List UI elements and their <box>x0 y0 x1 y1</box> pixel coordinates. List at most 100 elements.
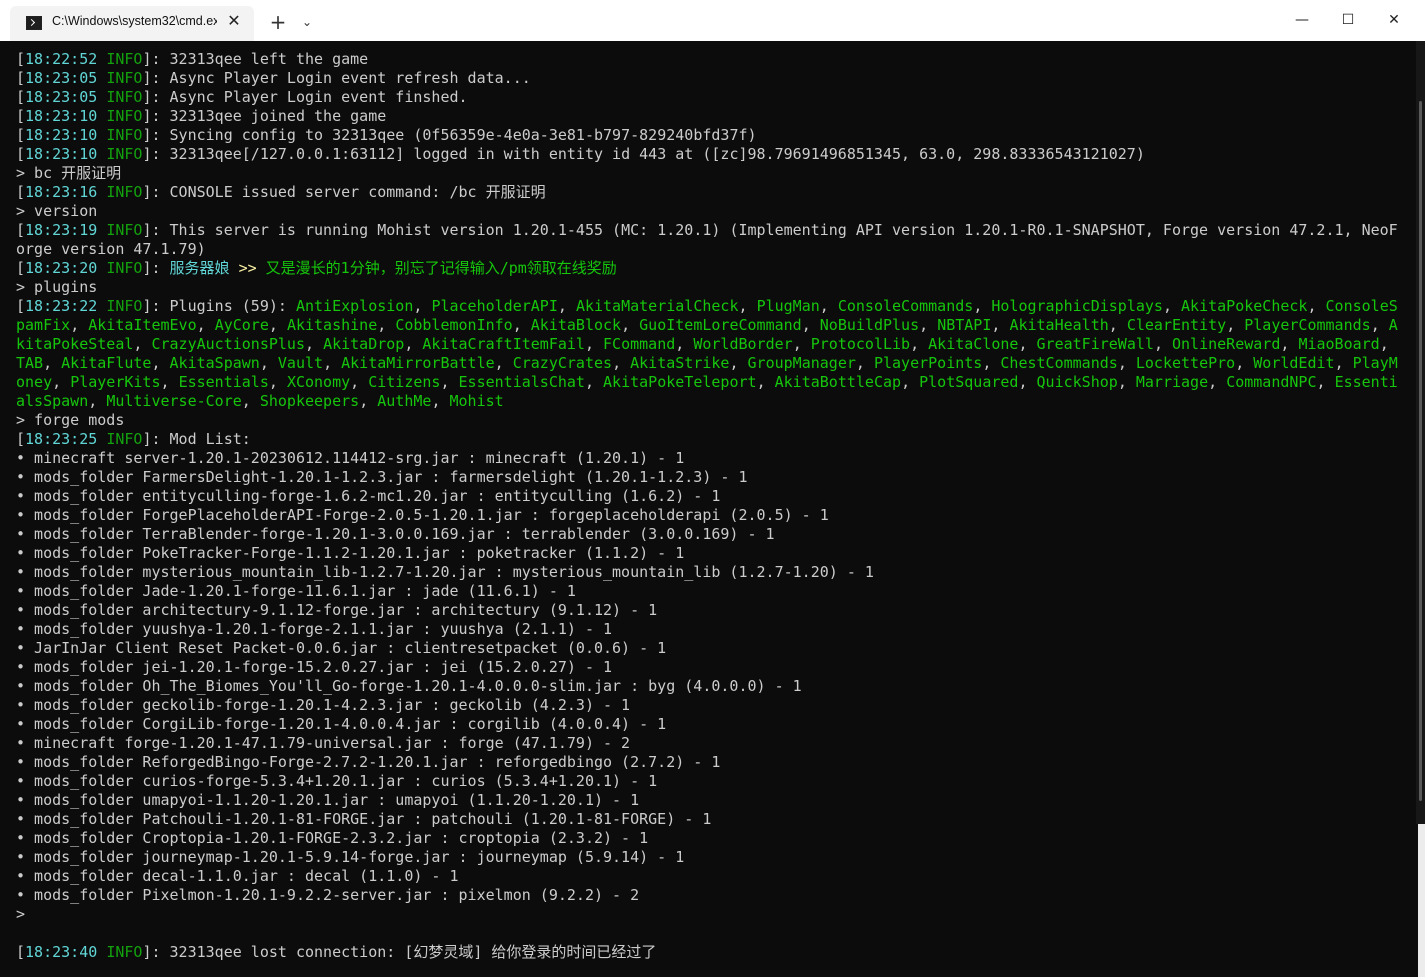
log-segment: , <box>1370 316 1389 334</box>
log-segment: , <box>901 373 920 391</box>
log-timestamp: 18:23:05 <box>25 69 98 87</box>
plugin-name: ConsoleS <box>1325 297 1398 315</box>
log-timestamp: 18:23:10 <box>25 107 98 125</box>
log-segment: , <box>557 297 576 315</box>
bracket <box>97 107 106 125</box>
log-segment: , <box>268 373 287 391</box>
bracket <box>97 88 106 106</box>
plugin-name: NoBuildPlus <box>819 316 920 334</box>
scrollbar[interactable] <box>1416 41 1425 824</box>
log-text: > bc 开服证明 <box>16 164 122 182</box>
console-line: > version <box>16 202 1416 221</box>
plugin-name: EssentialsChat <box>458 373 585 391</box>
minimize-button[interactable]: — <box>1279 0 1325 41</box>
console-line: • mods_folder ForgePlaceholderAPI-Forge-… <box>16 506 1416 525</box>
plugin-name: XConomy <box>286 373 351 391</box>
log-segment: , <box>1208 373 1227 391</box>
plugin-name: NBTAPI <box>937 316 992 334</box>
console-line: • mods_folder Oh_The_Biomes_You'll_Go-fo… <box>16 677 1416 696</box>
bracket: [ <box>16 943 26 961</box>
console-line: • mods_folder jei-1.20.1-forge-15.2.0.27… <box>16 658 1416 677</box>
log-text: : 32313qee[/127.0.0.1:63112] logged in w… <box>151 145 1145 163</box>
log-segment: , <box>440 373 459 391</box>
log-timestamp: 18:23:22 <box>25 297 98 315</box>
plugin-name: LockettePro <box>1135 354 1236 372</box>
plugin-name: PlayerKits <box>70 373 161 391</box>
new-tab-button[interactable]: + <box>266 10 290 34</box>
plugin-name: ProtocolLib <box>810 335 911 353</box>
log-timestamp: 18:23:25 <box>25 430 98 448</box>
plugin-name: Shopkeepers <box>259 392 360 410</box>
console-line: [18:23:10 INFO]: 32313qee joined the gam… <box>16 107 1416 126</box>
plugin-name: A <box>1388 316 1398 334</box>
log-segment: , <box>88 392 107 410</box>
log-segment: , <box>196 316 215 334</box>
scrollbar-thumb[interactable] <box>1419 101 1422 801</box>
log-segment: >> <box>229 259 266 277</box>
console-line: TAB, AkitaFlute, AkitaSpawn, Vault, Akit… <box>16 354 1416 373</box>
log-segment: , <box>738 297 757 315</box>
console-line: • mods_folder CorgiLib-forge-1.20.1-4.0.… <box>16 715 1416 734</box>
plugin-name: CrazyCrates <box>512 354 613 372</box>
log-text: • mods_folder Patchouli-1.20.1-81-FORGE.… <box>16 810 712 828</box>
log-text: • mods_folder Croptopia-1.20.1-FORGE-2.3… <box>16 829 649 847</box>
log-timestamp: 18:23:05 <box>25 88 98 106</box>
plugin-name: GreatFireWall <box>1036 335 1154 353</box>
log-text: : 32313qee lost connection: [幻梦灵域] 给你登录的… <box>151 943 657 961</box>
plugin-name: AkitaBlock <box>530 316 622 334</box>
console-line: [18:23:10 INFO]: 32313qee[/127.0.0.1:631… <box>16 145 1416 164</box>
maximize-button[interactable]: ☐ <box>1325 0 1371 41</box>
plugin-name: Multiverse-Core <box>106 392 242 410</box>
log-segment: , <box>1018 373 1037 391</box>
log-segment: , <box>621 316 640 334</box>
console-line: [18:23:25 INFO]: Mod List: <box>16 430 1416 449</box>
plugin-name: kitaPokeSteal <box>16 335 134 353</box>
log-text: • mods_folder CorgiLib-forge-1.20.1-4.0.… <box>16 715 667 733</box>
tab-close-icon[interactable]: ✕ <box>224 11 244 31</box>
log-text: • JarInJar Client Reset Packet-0.0.6.jar… <box>16 639 667 657</box>
bracket: [ <box>16 126 26 144</box>
log-text: : <box>151 259 170 277</box>
bracket: [ <box>16 88 26 106</box>
console-line: kitaPokeSteal, CrazyAuctionsPlus, AkitaD… <box>16 335 1416 354</box>
console-line: • mods_folder Patchouli-1.20.1-81-FORGE.… <box>16 810 1416 829</box>
tab-cmd[interactable]: C:\Windows\system32\cmd.exe ✕ <box>10 6 254 41</box>
log-segment: , <box>756 373 775 391</box>
plugin-name: ChestCommands <box>1000 354 1118 372</box>
log-text: • mods_folder mysterious_mountain_lib-1.… <box>16 563 874 581</box>
console-line: • mods_folder FarmersDelight-1.20.1-1.2.… <box>16 468 1416 487</box>
console-line: [18:23:40 INFO]: 32313qee lost connectio… <box>16 943 1416 962</box>
log-segment: , <box>801 316 820 334</box>
log-text: : Async Player Login event refresh data.… <box>151 69 531 87</box>
log-segment: , <box>377 316 396 334</box>
terminal-icon <box>26 16 42 30</box>
plugin-name: Marriage <box>1135 373 1209 391</box>
log-segment: , <box>1226 316 1245 334</box>
log-text: • mods_folder PokeTracker-Forge-1.1.2-1.… <box>16 544 685 562</box>
console-line: • minecraft forge-1.20.1-47.1.79-univers… <box>16 734 1416 753</box>
bracket <box>97 430 106 448</box>
bracket <box>97 145 106 163</box>
console-output[interactable]: [18:22:52 INFO]: 32313qee left the game [… <box>16 50 1416 962</box>
chevron-down-icon[interactable]: ⌄ <box>298 10 316 34</box>
plugin-name: AkitaStrike <box>630 354 730 372</box>
console-line: • mods_folder decal-1.1.0.jar : decal (1… <box>16 867 1416 886</box>
console-line: [18:22:52 INFO]: 32313qee left the game <box>16 50 1416 69</box>
log-segment: , <box>1379 335 1389 353</box>
log-level: INFO <box>106 145 143 163</box>
console-line: > plugins <box>16 278 1416 297</box>
close-button[interactable]: ✕ <box>1371 0 1417 41</box>
log-segment: , <box>1280 335 1299 353</box>
log-segment: , <box>855 354 874 372</box>
plugin-name: AkitaDrop <box>323 335 405 353</box>
plugin-name: alsSpawn <box>16 392 89 410</box>
log-segment: , <box>1108 316 1127 334</box>
log-text: • mods_folder FarmersDelight-1.20.1-1.2.… <box>16 468 748 486</box>
bracket: [ <box>16 297 26 315</box>
console-line: > <box>16 905 1416 924</box>
plugin-name: MiaoBoard <box>1298 335 1380 353</box>
log-segment: , <box>729 354 748 372</box>
bracket <box>97 297 106 315</box>
log-text: > forge mods <box>16 411 125 429</box>
log-segment: , <box>1235 354 1254 372</box>
